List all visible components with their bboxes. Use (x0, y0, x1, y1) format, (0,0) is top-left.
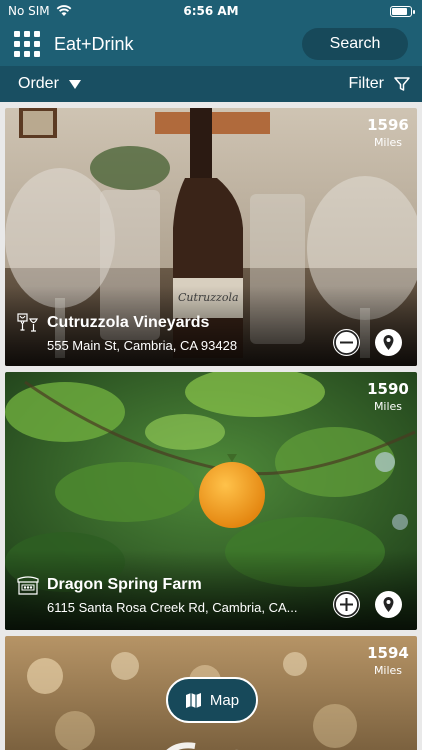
distance-value: 1590 (367, 380, 409, 398)
search-button[interactable]: Search (302, 28, 408, 60)
distance-unit: Miles (373, 400, 403, 413)
map-pin-button[interactable] (375, 329, 402, 356)
venue-address: 6115 Santa Rosa Creek Rd, Cambria, CA... (47, 600, 298, 615)
listing-card[interactable]: 1590 Miles Dragon Spring Farm 6115 Santa… (5, 372, 417, 630)
menu-grid-icon[interactable] (14, 31, 40, 57)
battery-icon (390, 5, 415, 17)
folded-map-icon (185, 692, 201, 708)
distance-badge: 1596 Miles (365, 116, 411, 164)
location-pin-icon (376, 592, 401, 617)
minus-icon (334, 330, 359, 355)
status-left: No SIM (8, 4, 72, 18)
location-pin-icon (376, 330, 401, 355)
filter-button[interactable]: Filter (348, 75, 410, 93)
distance-badge: 1590 Miles (365, 380, 411, 428)
funnel-icon (394, 77, 410, 91)
triangle-down-icon (68, 79, 81, 89)
sort-filter-bar: Order Filter (0, 66, 422, 102)
page-title: Eat+Drink (54, 33, 134, 54)
app-header: Eat+Drink Search (0, 22, 422, 66)
distance-unit: Miles (373, 664, 403, 677)
distance-badge: 1594 Miles (365, 644, 411, 692)
clock: 6:56 AM (183, 4, 239, 18)
listing-list[interactable]: Cutruzzola 1596 Miles Cutruzzola Vineyar… (0, 102, 422, 750)
map-button-label: Map (209, 691, 240, 709)
plus-icon (334, 592, 359, 617)
order-label: Order (18, 75, 59, 92)
remove-favorite-button[interactable] (333, 329, 360, 356)
wine-glasses-icon (17, 313, 38, 332)
carrier-label: No SIM (8, 4, 50, 18)
add-favorite-button[interactable] (333, 591, 360, 618)
filter-label: Filter (348, 75, 384, 92)
distance-unit: Miles (373, 136, 403, 149)
venue-name[interactable]: Cutruzzola Vineyards (47, 314, 209, 332)
farm-stand-icon (17, 576, 39, 595)
wifi-icon (56, 5, 71, 16)
battery-fill (392, 7, 407, 15)
map-view-button[interactable]: Map (166, 677, 258, 723)
order-dropdown[interactable]: Order (18, 75, 81, 93)
map-pin-button[interactable] (375, 591, 402, 618)
status-bar: No SIM 6:56 AM (0, 0, 422, 22)
distance-value: 1596 (367, 116, 409, 134)
venue-address: 555 Main St, Cambria, CA 93428 (47, 338, 238, 353)
listing-card[interactable]: Cutruzzola 1596 Miles Cutruzzola Vineyar… (5, 108, 417, 366)
venue-name[interactable]: Dragon Spring Farm (47, 576, 202, 594)
distance-value: 1594 (367, 644, 409, 662)
